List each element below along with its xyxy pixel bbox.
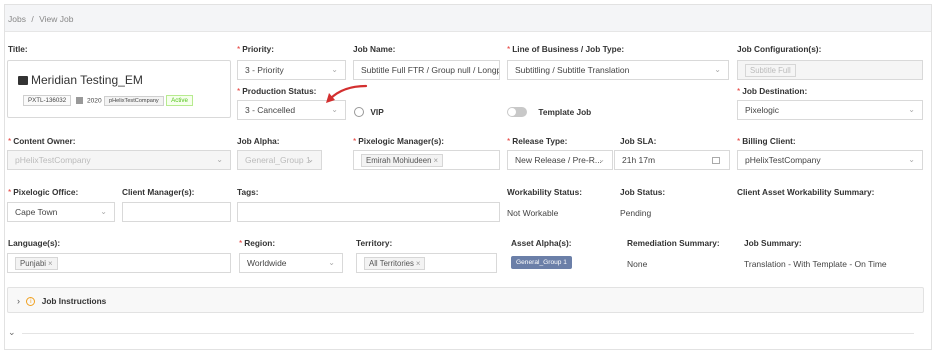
job-configuration-tag: Subtitle Full: [745, 63, 796, 77]
breadcrumb-separator: /: [31, 14, 34, 24]
release-type-label: * Release Type:: [507, 136, 568, 146]
job-name-label: Job Name:: [353, 44, 396, 54]
status-badge: Active: [166, 95, 193, 107]
line-of-business-select[interactable]: Subtitling / Subtitle Translation ⌄: [507, 60, 729, 80]
job-alpha-label: Job Alpha:: [237, 136, 280, 146]
job-sla-field[interactable]: 21h 17m: [614, 150, 730, 170]
year-text: 2020: [86, 97, 102, 105]
remove-icon[interactable]: ×: [416, 259, 421, 268]
job-instructions-panel[interactable]: › i Job Instructions: [7, 287, 924, 313]
chevron-down-icon[interactable]: ⌄: [8, 327, 16, 338]
workability-status-value: Not Workable: [507, 208, 559, 218]
tags-label: Tags:: [237, 187, 259, 197]
chevron-down-icon: ⌄: [714, 65, 721, 74]
title-row: Meridian Testing_EM: [18, 73, 143, 87]
chevron-right-icon[interactable]: ›: [17, 296, 20, 306]
tags-input[interactable]: [237, 202, 500, 222]
pixelogic-manager-label: * Pixelogic Manager(s):: [353, 136, 444, 146]
chevron-down-icon: ⌄: [100, 207, 107, 216]
template-job-toggle[interactable]: [507, 106, 527, 117]
template-job-option[interactable]: Template Job: [507, 106, 591, 117]
pixelogic-manager-select[interactable]: Emirah Mohiudeen ×: [353, 150, 500, 170]
remove-icon[interactable]: ×: [433, 156, 438, 165]
chevron-down-icon: ⌄: [216, 155, 223, 164]
job-configuration-field[interactable]: Subtitle Full: [737, 60, 923, 80]
job-configuration-label: Job Configuration(s):: [737, 44, 822, 54]
title-label: Title:: [8, 44, 28, 54]
billing-client-select[interactable]: pHelixTestCompany ⌄: [737, 150, 923, 170]
language-tag[interactable]: Punjabi ×: [15, 256, 58, 270]
job-alpha-select[interactable]: General_Group 1 ⌄: [237, 150, 322, 170]
client-manager-select[interactable]: [122, 202, 231, 222]
film-icon: [18, 76, 28, 85]
job-instructions-header[interactable]: › i Job Instructions: [17, 296, 106, 307]
workability-status-label: Workability Status:: [507, 187, 582, 197]
content-owner-select[interactable]: pHelixTestCompany ⌄: [7, 150, 231, 170]
calendar-icon[interactable]: [712, 157, 720, 164]
title-chips: PXTL-136032 2020 pHelixTestCompany Activ…: [23, 95, 193, 107]
vip-option[interactable]: VIP: [354, 106, 384, 117]
job-destination-select[interactable]: Pixelogic ⌄: [737, 100, 923, 120]
job-code-chip: PXTL-136032: [23, 95, 72, 107]
job-title: Meridian Testing_EM: [31, 73, 143, 87]
calendar-icon: [75, 97, 83, 105]
remediation-summary-value: None: [627, 259, 648, 269]
chevron-down-icon: ⌄: [908, 155, 915, 164]
pixelogic-office-label: * Pixelogic Office:: [8, 187, 79, 197]
asset-alpha-badge: General_Group 1: [511, 256, 572, 269]
territory-tag[interactable]: All Territories ×: [364, 256, 426, 270]
breadcrumb-jobs[interactable]: Jobs: [8, 14, 26, 24]
region-label: * Region:: [239, 238, 276, 248]
breadcrumb-bar: [5, 5, 931, 32]
title-card: Meridian Testing_EM PXTL-136032 2020 pHe…: [7, 60, 231, 118]
client-manager-label: Client Manager(s):: [122, 187, 195, 197]
priority-select[interactable]: 3 - Priority ⌄: [237, 60, 346, 80]
remove-icon[interactable]: ×: [48, 259, 53, 268]
vip-radio[interactable]: [354, 106, 364, 117]
chevron-down-icon: ⌄: [328, 258, 335, 267]
job-summary-label: Job Summary:: [744, 238, 802, 248]
language-select[interactable]: Punjabi ×: [7, 253, 231, 273]
region-select[interactable]: Worldwide ⌄: [239, 253, 343, 273]
chevron-down-icon: ⌄: [331, 65, 338, 74]
release-type-select[interactable]: New Release / Pre-R... ⌄: [507, 150, 613, 170]
job-name-input[interactable]: Subtitle Full FTR / Group null / Longp: [353, 60, 500, 80]
client-asset-workability-label: Client Asset Workability Summary:: [737, 187, 875, 197]
billing-client-label: * Billing Client:: [737, 136, 796, 146]
line-of-business-label: * Line of Business / Job Type:: [507, 44, 625, 54]
asset-alpha-label: Asset Alpha(s):: [511, 238, 572, 248]
content-owner-label: * Content Owner:: [8, 136, 76, 146]
breadcrumb-current: View Job: [39, 14, 74, 24]
remediation-summary-label: Remediation Summary:: [627, 238, 720, 248]
chevron-down-icon: ⌄: [908, 105, 915, 114]
manager-tag[interactable]: Emirah Mohiudeen ×: [361, 153, 444, 167]
territory-select[interactable]: All Territories ×: [356, 253, 497, 273]
priority-label: * Priority:: [237, 44, 275, 54]
pixelogic-office-select[interactable]: Cape Town ⌄: [7, 202, 115, 222]
job-status-label: Job Status:: [620, 187, 666, 197]
breadcrumb: Jobs / View Job: [8, 14, 73, 24]
production-status-label: * Production Status:: [237, 86, 317, 96]
company-chip: pHelixTestCompany: [103, 95, 164, 106]
chevron-down-icon: ⌄: [307, 155, 314, 164]
job-summary-value: Translation - With Template - On Time: [744, 259, 887, 269]
job-status-value: Pending: [620, 208, 652, 218]
languages-label: Language(s):: [8, 238, 61, 248]
job-sla-label: Job SLA:: [620, 136, 657, 146]
territory-label: Territory:: [356, 238, 393, 248]
job-destination-label: * Job Destination:: [737, 86, 808, 96]
chevron-down-icon: ⌄: [598, 155, 605, 164]
divider: [22, 333, 914, 334]
info-icon: i: [26, 297, 36, 307]
